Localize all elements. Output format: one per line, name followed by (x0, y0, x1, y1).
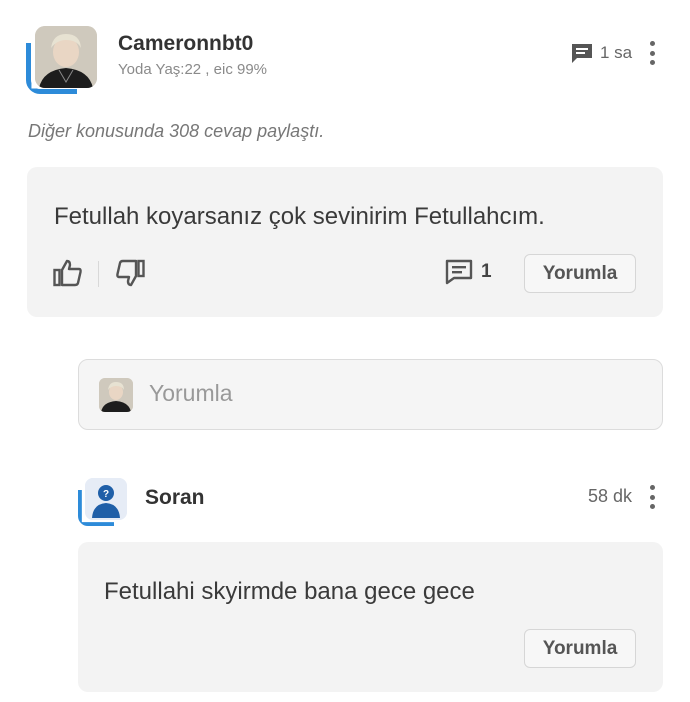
author-name[interactable]: Cameronnbt0 (118, 32, 253, 56)
comment-icon (445, 259, 473, 285)
reply-button[interactable]: Yorumla (524, 254, 636, 293)
comment-count-value: 1 (481, 261, 492, 282)
dislike-button[interactable] (115, 259, 145, 287)
author-meta: Yoda Yaş:22 , eic 99% (118, 61, 268, 78)
reply-time: 58 dk (588, 486, 633, 506)
more-vertical-icon[interactable] (649, 485, 655, 509)
author-avatar[interactable] (26, 26, 98, 98)
thumbs-down-icon (116, 259, 145, 287)
reply-text: Fetullahi skyirmde bana gece gece (104, 578, 475, 605)
post-text: Fetullah koyarsanız çok sevinirim Fetull… (54, 203, 545, 230)
reply-author-name[interactable]: Soran (145, 486, 205, 510)
avatar-photo (35, 26, 97, 88)
reply-card: Fetullahi skyirmde bana gece gece Yoruml… (78, 542, 663, 692)
anonymous-user-icon: ? (85, 478, 127, 520)
svg-text:?: ? (103, 489, 109, 500)
like-button[interactable] (53, 259, 83, 287)
activity-text: Diğer konusunda 308 cevap paylaştı. (28, 121, 325, 141)
comment-count[interactable]: 1 (445, 259, 492, 285)
reaction-divider (98, 261, 99, 287)
reply-button[interactable]: Yorumla (524, 629, 636, 668)
more-vertical-icon[interactable] (649, 41, 655, 65)
post-time: 1 sa (570, 40, 632, 66)
post-time-label: 1 sa (600, 43, 633, 62)
reply-author-avatar[interactable]: ? (78, 478, 128, 528)
comment-input-placeholder: Yorumla (149, 380, 233, 406)
comment-icon (572, 44, 592, 63)
user-avatar (99, 378, 133, 412)
post-card: Fetullah koyarsanız çok sevinirim Fetull… (27, 167, 663, 317)
comment-input[interactable]: Yorumla (78, 359, 663, 430)
thumbs-up-icon (53, 259, 82, 287)
